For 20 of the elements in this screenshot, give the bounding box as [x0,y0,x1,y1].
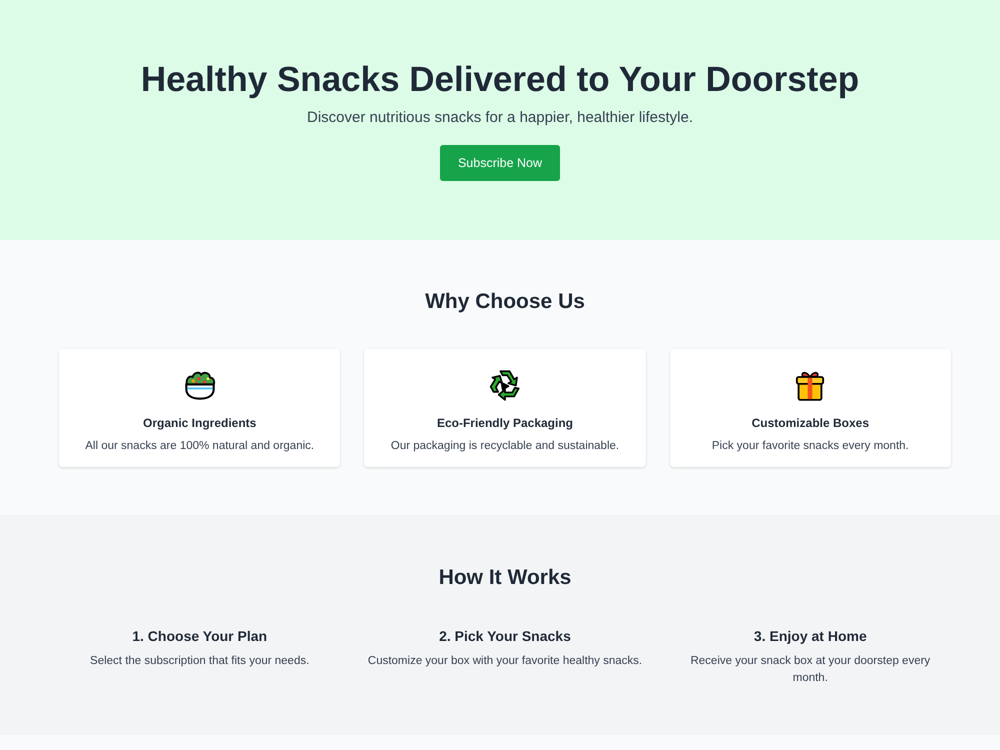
feature-description: All our snacks are 100% natural and organic. [85,439,314,454]
hero-subtitle: Discover nutritious snacks for a happier, healthier lifestyle. [306,108,693,128]
salad-bowl-icon [184,369,216,401]
feature-description: Our packaging is recyclable and sustainable. [390,439,620,454]
feature-title: Organic Ingredients [142,415,256,431]
step-description: Receive your snack box at your doorstep every month. [689,654,932,686]
section-heading: How It Works [438,565,572,591]
gift-icon [794,369,826,401]
step-description: Customize your box with your favorite healthy snacks. [368,654,642,669]
recycle-icon [488,369,521,401]
feature-title: Customizable Boxes [752,415,870,431]
step-title: 2. Pick Your Snacks [439,627,571,646]
step-title: 1. Choose Your Plan [132,627,268,646]
feature-description: Pick your favorite snacks every month. [712,439,909,454]
feature-title: Eco-Friendly Packaging [436,415,574,431]
step-title: 3. Enjoy at Home [754,627,867,646]
section-heading: Why Choose Us [425,289,585,315]
subscribe-button[interactable]: Subscribe Now [440,145,560,181]
step-description: Select the subscription that fits your needs. [90,654,310,669]
hero-title: Healthy Snacks Delivered to Your Doorstep [140,59,860,101]
